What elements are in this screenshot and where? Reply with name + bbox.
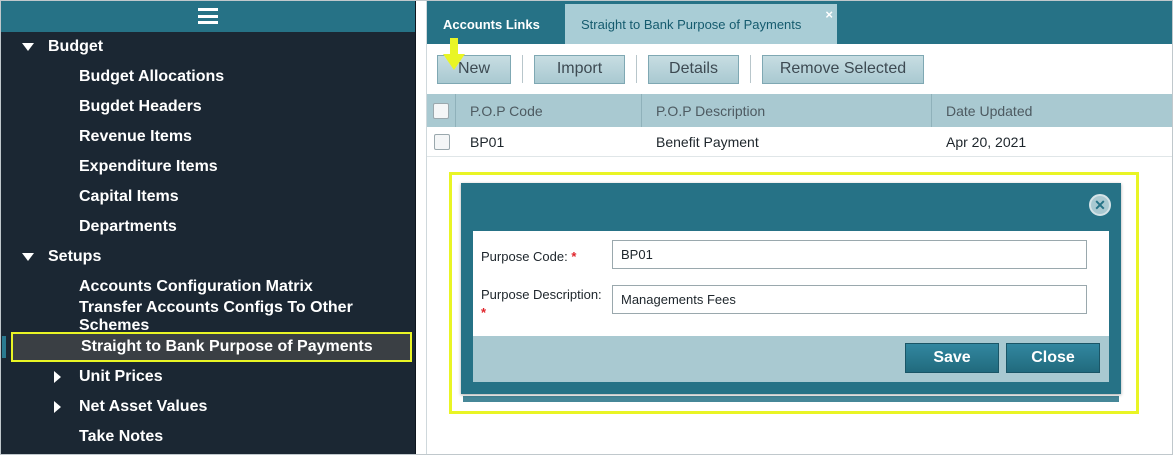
pointer-arrow-icon xyxy=(443,38,465,70)
purpose-code-label: Purpose Code: * xyxy=(481,249,577,264)
caret-right-icon xyxy=(54,371,61,383)
purpose-description-label: Purpose Description: xyxy=(481,287,602,302)
toolbar-divider xyxy=(750,55,751,83)
sidebar-menu: Budget Budget Allocations Bugdet Headers… xyxy=(0,32,415,452)
remove-selected-button[interactable]: Remove Selected xyxy=(762,54,924,84)
sidebar-item-label: Budget Allocations xyxy=(79,68,225,85)
column-header-pop-code[interactable]: P.O.P Code xyxy=(456,94,642,127)
sidebar-group-budget[interactable]: Budget xyxy=(0,32,415,62)
details-button[interactable]: Details xyxy=(648,54,739,84)
purpose-code-input[interactable] xyxy=(612,240,1087,269)
grid-header: P.O.P Code P.O.P Description Date Update… xyxy=(427,94,1173,127)
sidebar-item-accounts-configuration-matrix[interactable]: Accounts Configuration Matrix xyxy=(0,272,415,302)
sidebar-item-transfer-accounts-configs[interactable]: Transfer Accounts Configs To Other Schem… xyxy=(0,299,415,334)
sidebar-item-capital-items[interactable]: Capital Items xyxy=(0,182,415,212)
caret-right-icon xyxy=(54,401,61,413)
sidebar-item-label: Transfer Accounts Configs To Other Schem… xyxy=(79,299,353,334)
toolbar: New Import Details Remove Selected xyxy=(427,38,1173,94)
sidebar-item-label: Expenditure Items xyxy=(79,158,218,175)
sidebar-item-label: Net Asset Values xyxy=(79,398,208,415)
sidebar-item-revenue-items[interactable]: Revenue Items xyxy=(0,122,415,152)
sidebar-item-expenditure-items[interactable]: Expenditure Items xyxy=(0,152,415,182)
column-header-label: Date Updated xyxy=(946,102,1033,119)
sidebar-item-label: Take Notes xyxy=(79,428,164,445)
caret-down-icon xyxy=(22,43,34,51)
column-header-date-updated[interactable]: Date Updated xyxy=(932,94,1173,127)
sidebar-item-label: Straight to Bank Purpose of Payments xyxy=(81,338,373,355)
sidebar: Budget Budget Allocations Bugdet Headers… xyxy=(0,0,416,455)
hamburger-menu-icon[interactable] xyxy=(197,8,218,24)
tab-straight-to-bank[interactable]: Straight to Bank Purpose of Payments × xyxy=(565,4,837,44)
modal-shadow xyxy=(463,396,1119,402)
sidebar-group-setups[interactable]: Setups xyxy=(0,242,415,272)
sidebar-item-label: Accounts Configuration Matrix xyxy=(79,278,313,295)
tab-close-icon[interactable]: × xyxy=(825,7,833,22)
select-all-checkbox[interactable] xyxy=(433,102,449,119)
tab-bar: Accounts Links Straight to Bank Purpose … xyxy=(427,0,1173,44)
dialog-body: Purpose Code: * Purpose Description: * S… xyxy=(470,228,1112,385)
column-header-pop-description[interactable]: P.O.P Description xyxy=(642,94,932,127)
table-row[interactable]: BP01 Benefit Payment Apr 20, 2021 xyxy=(427,127,1173,157)
close-button[interactable]: Close xyxy=(1006,343,1100,373)
sidebar-item-net-asset-values[interactable]: Net Asset Values xyxy=(0,392,415,422)
save-button[interactable]: Save xyxy=(905,343,999,373)
tab-label: Straight to Bank Purpose of Payments xyxy=(581,16,802,32)
required-marker: * xyxy=(481,305,487,320)
sidebar-item-unit-prices[interactable]: Unit Prices xyxy=(0,362,415,392)
required-marker: * xyxy=(571,249,577,264)
sidebar-item-label: Budget xyxy=(48,38,104,55)
dialog-footer: Save Close xyxy=(473,336,1109,382)
form-area: Purpose Code: * Purpose Description: * xyxy=(473,231,1109,336)
row-select-cell xyxy=(427,125,456,158)
sidebar-item-label: Bugdet Headers xyxy=(79,98,202,115)
sidebar-item-budget-allocations[interactable]: Budget Allocations xyxy=(0,62,415,92)
purpose-description-input[interactable] xyxy=(612,285,1087,314)
toolbar-divider xyxy=(522,55,523,83)
tab-label: Accounts Links xyxy=(443,16,540,32)
column-header-label: P.O.P Code xyxy=(470,102,543,119)
cell-pop-code: BP01 xyxy=(470,133,505,150)
sidebar-item-label: Departments xyxy=(79,218,177,235)
sidebar-header xyxy=(0,0,415,32)
active-marker xyxy=(2,336,6,358)
sidebar-item-take-notes[interactable]: Take Notes xyxy=(0,422,415,452)
sidebar-item-budget-headers[interactable]: Bugdet Headers xyxy=(0,92,415,122)
close-icon[interactable]: ✕ xyxy=(1089,194,1111,216)
cell-date-updated: Apr 20, 2021 xyxy=(946,133,1027,150)
select-all-cell xyxy=(427,94,456,127)
toolbar-divider xyxy=(636,55,637,83)
caret-down-icon xyxy=(22,253,34,261)
sidebar-item-label: Capital Items xyxy=(79,188,179,205)
column-header-label: P.O.P Description xyxy=(656,102,766,119)
sidebar-item-label: Setups xyxy=(48,248,102,265)
sidebar-item-label: Revenue Items xyxy=(79,128,192,145)
row-checkbox[interactable] xyxy=(433,133,450,150)
import-button[interactable]: Import xyxy=(534,54,625,84)
sidebar-item-straight-to-bank[interactable]: Straight to Bank Purpose of Payments xyxy=(2,332,412,362)
edit-dialog: ✕ Purpose Code: * Purpose Description: *… xyxy=(461,183,1121,394)
sidebar-item-label: Unit Prices xyxy=(79,368,163,385)
sidebar-item-departments[interactable]: Departments xyxy=(0,212,415,242)
cell-pop-description: Benefit Payment xyxy=(656,133,759,150)
